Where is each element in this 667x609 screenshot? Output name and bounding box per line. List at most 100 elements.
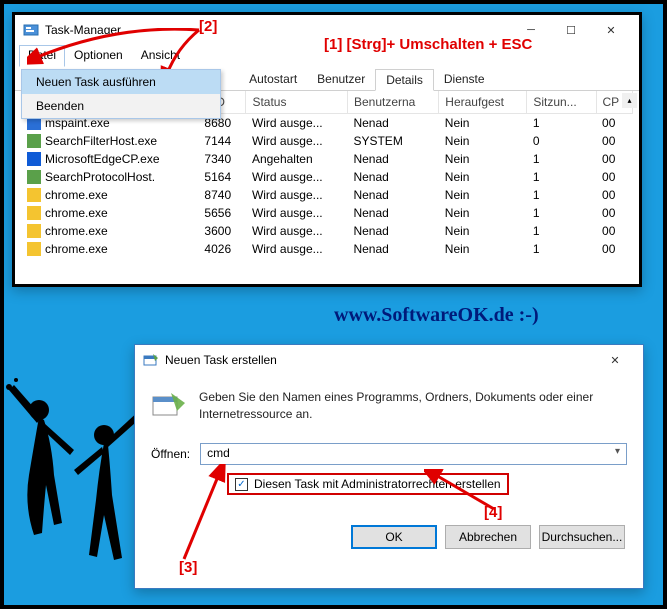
cell-status: Wird ausge... [246,222,348,240]
cell-status: Wird ausge... [246,132,348,150]
cell-pid: 5164 [198,168,246,186]
cell-user: SYSTEM [347,132,438,150]
admin-checkbox[interactable]: ✓ [235,478,248,491]
cell-status: Wird ausge... [246,204,348,222]
process-name: chrome.exe [45,224,108,238]
cell-pid: 7340 [198,150,246,168]
cell-sess: 1 [527,186,596,204]
tab-dienste[interactable]: Dienste [434,69,495,90]
cell-sess: 1 [527,150,596,168]
process-icon [27,224,41,238]
cell-sess: 1 [527,114,596,133]
table-row[interactable]: SearchProtocolHost. 5164Wird ausge...Nena… [21,168,633,186]
browse-button[interactable]: Durchsuchen... [539,525,625,549]
cell-pid: 4026 [198,240,246,258]
cell-elev: Nein [439,114,527,133]
col-5[interactable]: Sitzun... [527,91,596,114]
datei-dropdown: Neuen Task ausführen Beenden [21,69,221,119]
process-name: chrome.exe [45,188,108,202]
arrow-3 [154,464,234,564]
cell-elev: Nein [439,204,527,222]
cell-cp: 00 [596,204,632,222]
table-row[interactable]: chrome.exe 3600Wird ausge...NenadNein100 [21,222,633,240]
cell-cp: 00 [596,114,632,133]
col-2[interactable]: Status [246,91,348,114]
cell-status: Wird ausge... [246,186,348,204]
col-4[interactable]: Heraufgest [439,91,527,114]
close-button[interactable]: ✕ [591,16,631,44]
cell-user: Nenad [347,240,438,258]
ok-button[interactable]: OK [351,525,437,549]
cell-pid: 5656 [198,204,246,222]
dialog-title: Neuen Task erstellen [165,353,277,367]
decor-silhouette [4,355,154,585]
cell-pid: 8740 [198,186,246,204]
cell-sess: 1 [527,222,596,240]
run-big-icon [151,389,187,425]
cell-sess: 0 [527,132,596,150]
dialog-close-button[interactable]: ✕ [595,346,635,374]
process-icon [27,188,41,202]
process-name: SearchProtocolHost. [45,170,155,184]
dialog-titlebar[interactable]: Neuen Task erstellen ✕ [135,345,643,375]
cell-cp: 00 [596,168,632,186]
open-combobox[interactable]: cmd [200,443,627,465]
dialog-body-text: Geben Sie den Namen eines Programms, Ord… [199,389,627,423]
cell-status: Wird ausge... [246,114,348,133]
table-row[interactable]: chrome.exe 4026Wird ausge...NenadNein100 [21,240,633,258]
arrow-4 [424,469,514,519]
cell-pid: 3600 [198,222,246,240]
cancel-button[interactable]: Abbrechen [445,525,531,549]
cell-cp: 00 [596,222,632,240]
table-row[interactable]: SearchFilterHost.exe 7144Wird ausge...SYS… [21,132,633,150]
open-label: Öffnen: [151,447,190,461]
run-icon [143,352,159,368]
cell-elev: Nein [439,240,527,258]
cell-elev: Nein [439,222,527,240]
cell-status: Wird ausge... [246,240,348,258]
menu-exit[interactable]: Beenden [22,94,220,118]
process-icon [27,170,41,184]
cell-user: Nenad [347,222,438,240]
cell-status: Angehalten [246,150,348,168]
col-3[interactable]: Benutzerna [347,91,438,114]
process-icon [27,152,41,166]
process-icon [27,134,41,148]
scroll-up-button[interactable]: ▴ [622,93,637,108]
cell-sess: 1 [527,240,596,258]
table-row[interactable]: MicrosoftEdgeCP.exe 7340AngehaltenNenadNe… [21,150,633,168]
cell-cp: 00 [596,186,632,204]
cell-elev: Nein [439,186,527,204]
process-name: chrome.exe [45,242,108,256]
cell-user: Nenad [347,204,438,222]
watermark-text: www.SoftwareOK.de :-) [334,304,539,327]
maximize-button[interactable]: ☐ [551,16,591,44]
process-icon [27,206,41,220]
cell-sess: 1 [527,204,596,222]
cell-elev: Nein [439,150,527,168]
cell-cp: 00 [596,240,632,258]
cell-sess: 1 [527,168,596,186]
table-row[interactable]: chrome.exe 8740Wird ausge...NenadNein100 [21,186,633,204]
process-name: chrome.exe [45,206,108,220]
tab-benutzer[interactable]: Benutzer [307,69,375,90]
cell-user: Nenad [347,168,438,186]
process-name: SearchFilterHost.exe [45,134,157,148]
tab-autostart[interactable]: Autostart [239,69,307,90]
cell-user: Nenad [347,114,438,133]
menu-new-task[interactable]: Neuen Task ausführen [22,70,220,94]
cell-status: Wird ausge... [246,168,348,186]
cell-user: Nenad [347,150,438,168]
cell-cp: 00 [596,150,632,168]
cell-elev: Nein [439,132,527,150]
cell-user: Nenad [347,186,438,204]
table-row[interactable]: chrome.exe 5656Wird ausge...NenadNein100 [21,204,633,222]
process-icon [27,242,41,256]
cell-pid: 7144 [198,132,246,150]
process-name: MicrosoftEdgeCP.exe [45,152,160,166]
tab-details[interactable]: Details [375,69,434,91]
annotation-1: [1] [Strg]+ Umschalten + ESC [324,36,532,53]
open-value: cmd [207,446,230,460]
cell-cp: 00 [596,132,632,150]
cell-elev: Nein [439,168,527,186]
